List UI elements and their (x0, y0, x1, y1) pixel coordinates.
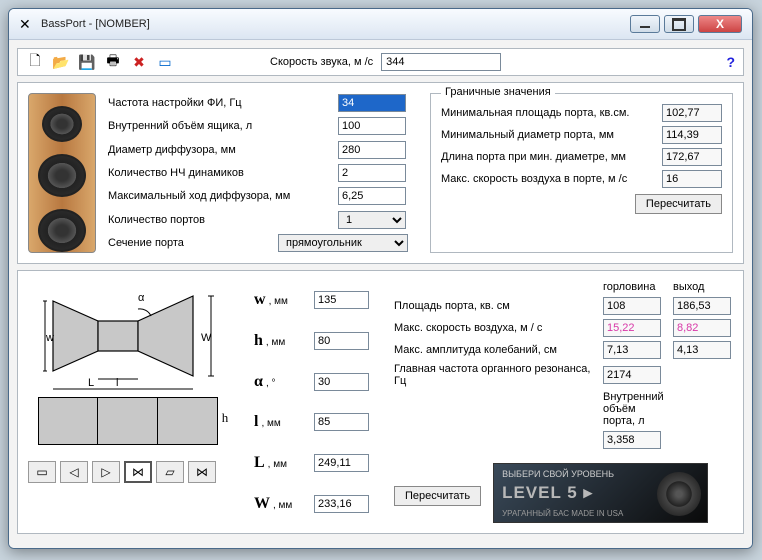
min-diam-label: Минимальный диаметр порта, мм (441, 129, 662, 141)
len-at-min-output (662, 148, 722, 166)
new-file-icon[interactable]: 🗋 (26, 53, 44, 71)
svg-text:α: α (138, 292, 145, 304)
toolbar: 🗋 📂 💾 🖶 ✖ ▭ Скорость звука, м /с ? (17, 48, 744, 76)
shape-thumbs: ▭ ◁ ▷ ⋈ ▱ ⋈ (28, 461, 238, 483)
banner-ad[interactable]: ВЫБЕРИ СВОЙ УРОВЕНЬ LEVEL 5 ▸ УРАГАННЫЙ … (493, 463, 708, 523)
min-diam-output (662, 126, 722, 144)
window-title: BassPort - [NOMBER] (41, 18, 630, 30)
min-area-label: Минимальная площадь порта, кв.см. (441, 107, 662, 119)
app-window: ✕ BassPort - [NOMBER] X 🗋 📂 💾 🖶 ✖ ▭ Скор… (8, 8, 753, 549)
max-amp-exit (673, 341, 731, 359)
dim-l-input[interactable] (314, 413, 369, 431)
organ-res-output (603, 366, 661, 384)
input-parameters: Частота настройки ФИ, Гц Внутренний объё… (108, 93, 408, 253)
col-exit-label: выход (673, 281, 733, 293)
port-vol-output (603, 431, 661, 449)
nwoof-label: Количество НЧ динамиков (108, 167, 338, 179)
port-area-label: Площадь порта, кв. см (394, 300, 593, 312)
diam-input[interactable] (338, 141, 406, 159)
lower-panel: w W l L α (17, 270, 744, 534)
print-icon[interactable]: 🖶 (104, 53, 122, 71)
air-vel-exit (673, 319, 731, 337)
dim-W-output (314, 495, 369, 513)
maximize-button[interactable] (664, 15, 694, 33)
port-diagram: w W l L α (43, 281, 223, 391)
boundary-group: Граничные значения Минимальная площадь п… (430, 93, 733, 253)
dim-w-input[interactable] (314, 291, 369, 309)
dim-h-input[interactable] (314, 332, 369, 350)
delete-icon[interactable]: ✖ (130, 53, 148, 71)
vol-input[interactable] (338, 117, 406, 135)
max-amp-label: Макс. амплитуда колебаний, см (394, 344, 593, 356)
fi-input[interactable] (338, 94, 406, 112)
dim-alpha-input[interactable] (314, 373, 369, 391)
sound-speed-label: Скорость звука, м /с (270, 56, 373, 68)
svg-text:L: L (88, 377, 94, 389)
close-button[interactable]: X (698, 15, 742, 33)
fi-label: Частота настройки ФИ, Гц (108, 97, 338, 109)
shape-thumb-4[interactable]: ⋈ (124, 461, 152, 483)
port-area-throat (603, 297, 661, 315)
section-select[interactable]: прямоугольник (278, 234, 408, 252)
minimize-button[interactable] (630, 15, 660, 33)
dimensions: w, мм h, мм α, ° l, мм L, мм W, мм (254, 281, 374, 523)
min-area-output (662, 104, 722, 122)
vol-label: Внутренний объём ящика, л (108, 120, 338, 132)
shape-thumb-2[interactable]: ◁ (60, 461, 88, 483)
app-icon: ✕ (19, 16, 35, 32)
nports-select[interactable]: 1 (338, 211, 406, 229)
max-amp-throat (603, 341, 661, 359)
port-area-exit (673, 297, 731, 315)
speaker-image (28, 93, 96, 253)
recalc-boundary-button[interactable]: Пересчитать (635, 194, 722, 214)
sound-speed-input[interactable] (381, 53, 501, 71)
xmax-label: Максимальный ход диффузора, мм (108, 190, 338, 202)
organ-res-label: Главная частота органного резонанса, Гц (394, 363, 593, 387)
shape-thumb-1[interactable]: ▭ (28, 461, 56, 483)
air-vel-label: Макс. скорость воздуха, м / с (394, 322, 593, 334)
open-folder-icon[interactable]: 📂 (52, 53, 70, 71)
results: горловина выход Площадь порта, кв. см Ма… (394, 281, 733, 523)
col-throat-label: горловина (603, 281, 663, 293)
max-air-vel-input[interactable] (662, 170, 722, 188)
shape-thumb-3[interactable]: ▷ (92, 461, 120, 483)
diam-label: Диаметр диффузора, мм (108, 144, 338, 156)
nwoof-input[interactable] (338, 164, 406, 182)
shape-thumb-6[interactable]: ⋈ (188, 461, 216, 483)
svg-text:w: w (45, 332, 54, 344)
dim-L-output (314, 454, 369, 472)
nports-label: Количество портов (108, 214, 338, 226)
port-rect-view (38, 397, 218, 445)
max-air-vel-label: Макс. скорость воздуха в порте, м /с (441, 173, 662, 185)
shape-thumb-5[interactable]: ▱ (156, 461, 184, 483)
len-at-min-label: Длина порта при мин. диаметре, мм (441, 151, 662, 163)
help-button[interactable]: ? (726, 54, 735, 70)
banner-speaker-icon (657, 472, 701, 516)
boundary-title: Граничные значения (441, 86, 555, 98)
display-icon[interactable]: ▭ (156, 53, 174, 71)
save-icon[interactable]: 💾 (78, 53, 96, 71)
upper-panel: Частота настройки ФИ, Гц Внутренний объё… (17, 82, 744, 264)
diagram-area: w W l L α (28, 281, 238, 523)
svg-text:W: W (201, 332, 212, 344)
air-vel-throat (603, 319, 661, 337)
recalc-results-button[interactable]: Пересчитать (394, 486, 481, 506)
xmax-input[interactable] (338, 187, 406, 205)
titlebar: ✕ BassPort - [NOMBER] X (9, 9, 752, 40)
port-vol-label: Внутренний объём порта, л (603, 391, 663, 427)
